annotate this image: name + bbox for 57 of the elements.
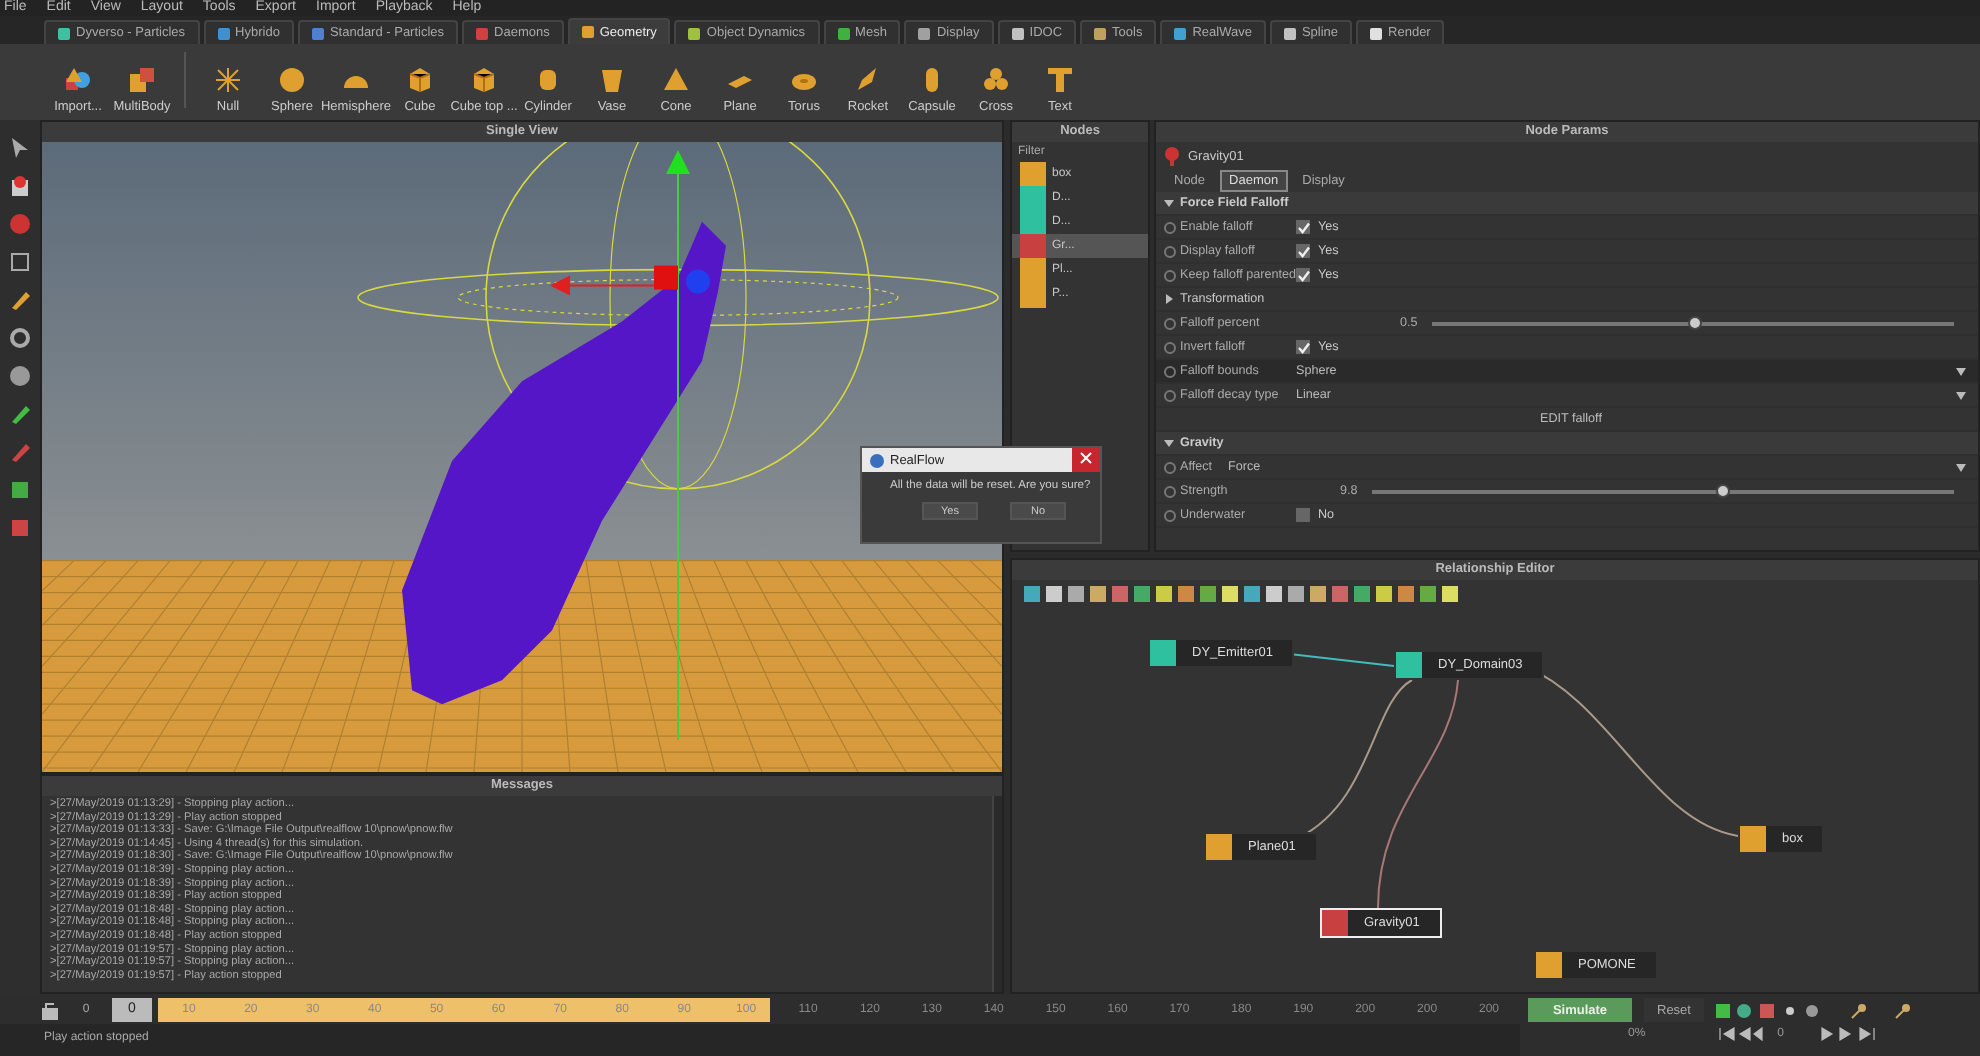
- node-icon: [1020, 209, 1046, 235]
- shapes-icon: [64, 66, 92, 94]
- timeline-range[interactable]: [158, 997, 771, 1021]
- pencil-icon[interactable]: [8, 402, 32, 426]
- node-icon: [1020, 281, 1046, 307]
- checkbox[interactable]: [1296, 244, 1310, 258]
- node-icon: [1020, 185, 1046, 211]
- expand-caret-icon[interactable]: [1164, 198, 1174, 208]
- node-icon: [1020, 161, 1046, 187]
- close-icon: [1080, 452, 1092, 464]
- sphere-icon[interactable]: [8, 364, 32, 388]
- node-icon: [1020, 257, 1046, 283]
- brush-icon[interactable]: [8, 440, 32, 464]
- lock-icon[interactable]: [40, 999, 60, 1019]
- scrollbar[interactable]: [992, 796, 1002, 992]
- slider-thumb[interactable]: [1715, 483, 1730, 497]
- rewind-icon[interactable]: [1717, 1026, 1766, 1042]
- pencil-icon[interactable]: [8, 288, 32, 312]
- sphere-icon: [278, 66, 306, 94]
- save-icon[interactable]: [8, 478, 32, 502]
- cursor-icon[interactable]: [10, 136, 30, 160]
- node-icon: [1322, 910, 1348, 936]
- save-icon[interactable]: [8, 516, 32, 540]
- vase-icon: [598, 66, 626, 94]
- stacked-cubes-icon: [128, 66, 156, 94]
- slider-thumb[interactable]: [1687, 315, 1701, 329]
- cube-outline-icon[interactable]: [8, 250, 32, 274]
- daemon-icon[interactable]: [8, 212, 32, 236]
- node-icon: [1396, 652, 1422, 678]
- cube-icon: [406, 66, 434, 94]
- node-icon: [1020, 233, 1046, 259]
- node-icon: [1740, 826, 1766, 852]
- dropdown-caret-icon[interactable]: [1956, 367, 1966, 375]
- checkbox[interactable]: [1296, 268, 1310, 282]
- expand-caret-icon[interactable]: [1164, 438, 1174, 448]
- cylinder-icon: [534, 66, 562, 94]
- dropdown-caret-icon[interactable]: [1956, 463, 1966, 471]
- cone-icon: [662, 66, 690, 94]
- node-icon: [1150, 640, 1176, 666]
- star-burst-icon: [214, 66, 242, 94]
- key-icon[interactable]: [1848, 1001, 1916, 1019]
- checkbox[interactable]: [1296, 220, 1310, 234]
- checkbox[interactable]: [1296, 508, 1310, 522]
- dropdown-caret-icon[interactable]: [1956, 391, 1966, 399]
- rocket-icon: [854, 66, 882, 94]
- node-icon: [1206, 834, 1232, 860]
- checkbox[interactable]: [1296, 340, 1310, 354]
- emitter-icon[interactable]: [8, 174, 32, 198]
- daemon-icon: [1164, 146, 1180, 166]
- letter-icon: [1046, 66, 1074, 94]
- node-icon: [1536, 952, 1562, 978]
- cube-icon: [470, 66, 498, 94]
- gear-icon[interactable]: [8, 326, 32, 350]
- expand-caret-icon[interactable]: [1164, 294, 1174, 304]
- app-logo-icon: [870, 453, 884, 467]
- close-button[interactable]: [1072, 448, 1100, 472]
- cross-icon: [982, 66, 1010, 94]
